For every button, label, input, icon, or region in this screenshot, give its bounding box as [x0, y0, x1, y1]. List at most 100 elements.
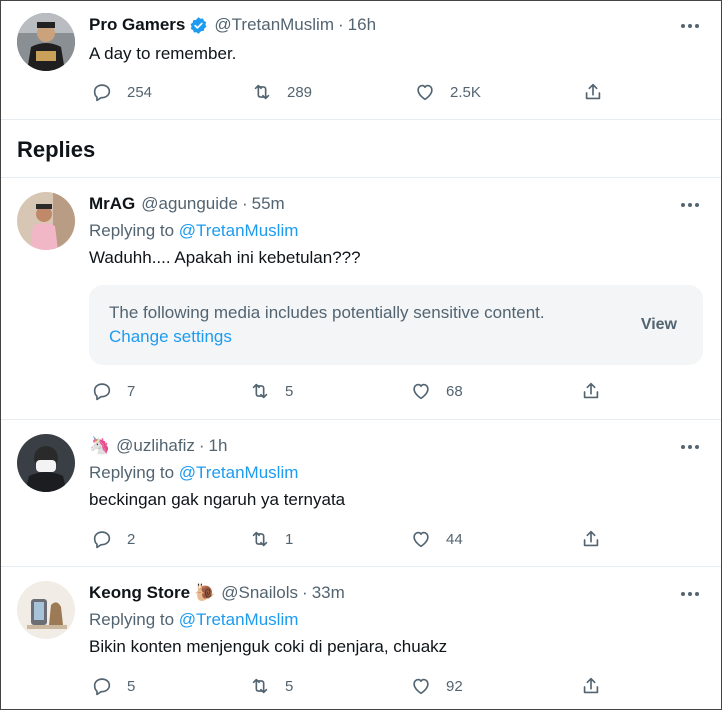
- like-icon: [413, 531, 429, 548]
- retweet-button[interactable]: 5: [249, 378, 293, 404]
- author-handle[interactable]: @agunguide: [141, 194, 238, 214]
- tweet-text: beckingan gak ngaruh ya ternyata: [89, 490, 346, 509]
- more-icon[interactable]: [679, 194, 701, 216]
- separator-dot: ·: [241, 194, 248, 213]
- reply-icon: [93, 678, 111, 696]
- more-icon[interactable]: [679, 436, 701, 458]
- author-name[interactable]: Keong Store: [89, 583, 190, 603]
- reply-count: 5: [127, 677, 136, 695]
- retweet-button[interactable]: 5: [249, 673, 293, 699]
- retweet-count: 5: [285, 677, 294, 695]
- tweet-header: Keong Store 🐌 @Snailols · 33m: [89, 583, 345, 603]
- replying-to: Replying to @TretanMuslim: [89, 221, 298, 241]
- reply-count: 2: [127, 530, 136, 548]
- author-handle[interactable]: @uzlihafiz: [116, 436, 195, 456]
- retweet-count: 5: [285, 382, 294, 400]
- share-icon: [585, 83, 601, 100]
- like-button[interactable]: 2.5K: [414, 79, 481, 105]
- like-button[interactable]: 44: [410, 526, 463, 552]
- author-name[interactable]: MrAG: [89, 194, 135, 214]
- main-tweet[interactable]: Pro Gamers @TretanMuslim · 16h A day to …: [1, 1, 721, 119]
- retweet-button[interactable]: 289: [251, 79, 312, 105]
- retweet-button[interactable]: 1: [249, 526, 293, 552]
- tweet-actions: 7 5 68: [89, 378, 629, 404]
- tweet-header: 🦄 @uzlihafiz · 1h: [89, 436, 227, 456]
- tweet-text: Waduhh.... Apakah ini kebetulan???: [89, 248, 361, 267]
- tweet-actions: 254 289 2.5K: [89, 79, 629, 105]
- view-button[interactable]: View: [641, 316, 677, 334]
- avatar-image: [17, 581, 75, 639]
- like-icon: [413, 383, 429, 400]
- like-button[interactable]: 92: [410, 673, 463, 699]
- avatar[interactable]: [17, 581, 75, 639]
- share-button[interactable]: [580, 526, 602, 552]
- reply-button[interactable]: 5: [91, 673, 135, 699]
- snail-emoji-icon: 🐌: [194, 583, 216, 602]
- retweet-count: 1: [285, 530, 294, 548]
- reply-button[interactable]: 254: [91, 79, 152, 105]
- tweet-thread: Pro Gamers @TretanMuslim · 16h A day to …: [0, 0, 722, 710]
- change-settings-link[interactable]: Change settings: [109, 327, 232, 347]
- author-handle[interactable]: @Snailols: [221, 583, 298, 603]
- like-icon: [413, 678, 429, 695]
- more-icon[interactable]: [679, 583, 701, 605]
- avatar[interactable]: [17, 192, 75, 250]
- tweet-actions: 2 1 44: [89, 526, 629, 552]
- tweet-time[interactable]: 33m: [312, 583, 345, 603]
- tweet-header: Pro Gamers @TretanMuslim · 16h: [89, 15, 376, 35]
- reply-icon: [93, 84, 111, 102]
- reply-icon: [93, 383, 111, 401]
- like-button[interactable]: 68: [410, 378, 463, 404]
- verified-badge-icon: [190, 16, 207, 34]
- author-name[interactable]: Pro Gamers: [89, 15, 185, 35]
- retweet-icon: [254, 84, 270, 100]
- like-count: 44: [446, 530, 463, 548]
- tweet-time[interactable]: 1h: [209, 436, 228, 456]
- replying-to: Replying to @TretanMuslim: [89, 610, 298, 630]
- like-count: 2.5K: [450, 83, 481, 101]
- share-button[interactable]: [580, 378, 602, 404]
- sensitive-media-notice: The following media includes potentially…: [89, 285, 703, 365]
- retweet-count: 289: [287, 83, 313, 101]
- tweet-text: A day to remember.: [89, 44, 237, 63]
- unicorn-emoji-icon: 🦄: [89, 436, 111, 455]
- divider: [1, 119, 721, 120]
- share-icon: [583, 382, 599, 399]
- replying-prefix: Replying to: [89, 610, 175, 629]
- mention-link[interactable]: @TretanMuslim: [179, 610, 299, 629]
- tweet-header: MrAG @agunguide · 55m: [89, 194, 285, 214]
- separator-dot: ·: [302, 583, 308, 602]
- tweet-actions: 5 5 92: [89, 673, 629, 699]
- like-icon: [417, 84, 433, 101]
- replying-prefix: Replying to: [89, 463, 175, 482]
- avatar-image: [17, 192, 75, 250]
- mention-link[interactable]: @TretanMuslim: [179, 463, 299, 482]
- tweet-time[interactable]: 16h: [348, 15, 376, 35]
- share-button[interactable]: [580, 673, 602, 699]
- avatar-image: [17, 434, 75, 492]
- separator-dot: ·: [198, 436, 205, 455]
- like-count: 92: [446, 677, 463, 695]
- reply-button[interactable]: 7: [91, 378, 135, 404]
- reply-icon: [93, 531, 111, 549]
- reply-tweet[interactable]: Keong Store 🐌 @Snailols · 33m Replying t…: [1, 567, 721, 709]
- reply-count: 7: [127, 382, 136, 400]
- more-icon[interactable]: [679, 15, 701, 37]
- like-count: 68: [446, 382, 463, 400]
- reply-tweet[interactable]: 🦄 @uzlihafiz · 1h Replying to @TretanMus…: [1, 420, 721, 566]
- replies-heading: Replies: [17, 137, 96, 162]
- tweet-time[interactable]: 55m: [252, 194, 285, 214]
- tweet-text: Bikin konten menjenguk coki di penjara, …: [89, 637, 448, 656]
- replying-to: Replying to @TretanMuslim: [89, 463, 298, 483]
- replying-prefix: Replying to: [89, 221, 175, 240]
- mention-link[interactable]: @TretanMuslim: [179, 221, 299, 240]
- retweet-icon: [252, 531, 268, 547]
- separator-dot: ·: [337, 15, 344, 34]
- share-button[interactable]: [582, 79, 604, 105]
- reply-button[interactable]: 2: [91, 526, 135, 552]
- author-handle[interactable]: @TretanMuslim: [214, 15, 334, 35]
- avatar[interactable]: [17, 13, 75, 71]
- reply-tweet[interactable]: MrAG @agunguide · 55m Replying to @Treta…: [1, 178, 721, 419]
- retweet-icon: [252, 383, 268, 399]
- avatar[interactable]: [17, 434, 75, 492]
